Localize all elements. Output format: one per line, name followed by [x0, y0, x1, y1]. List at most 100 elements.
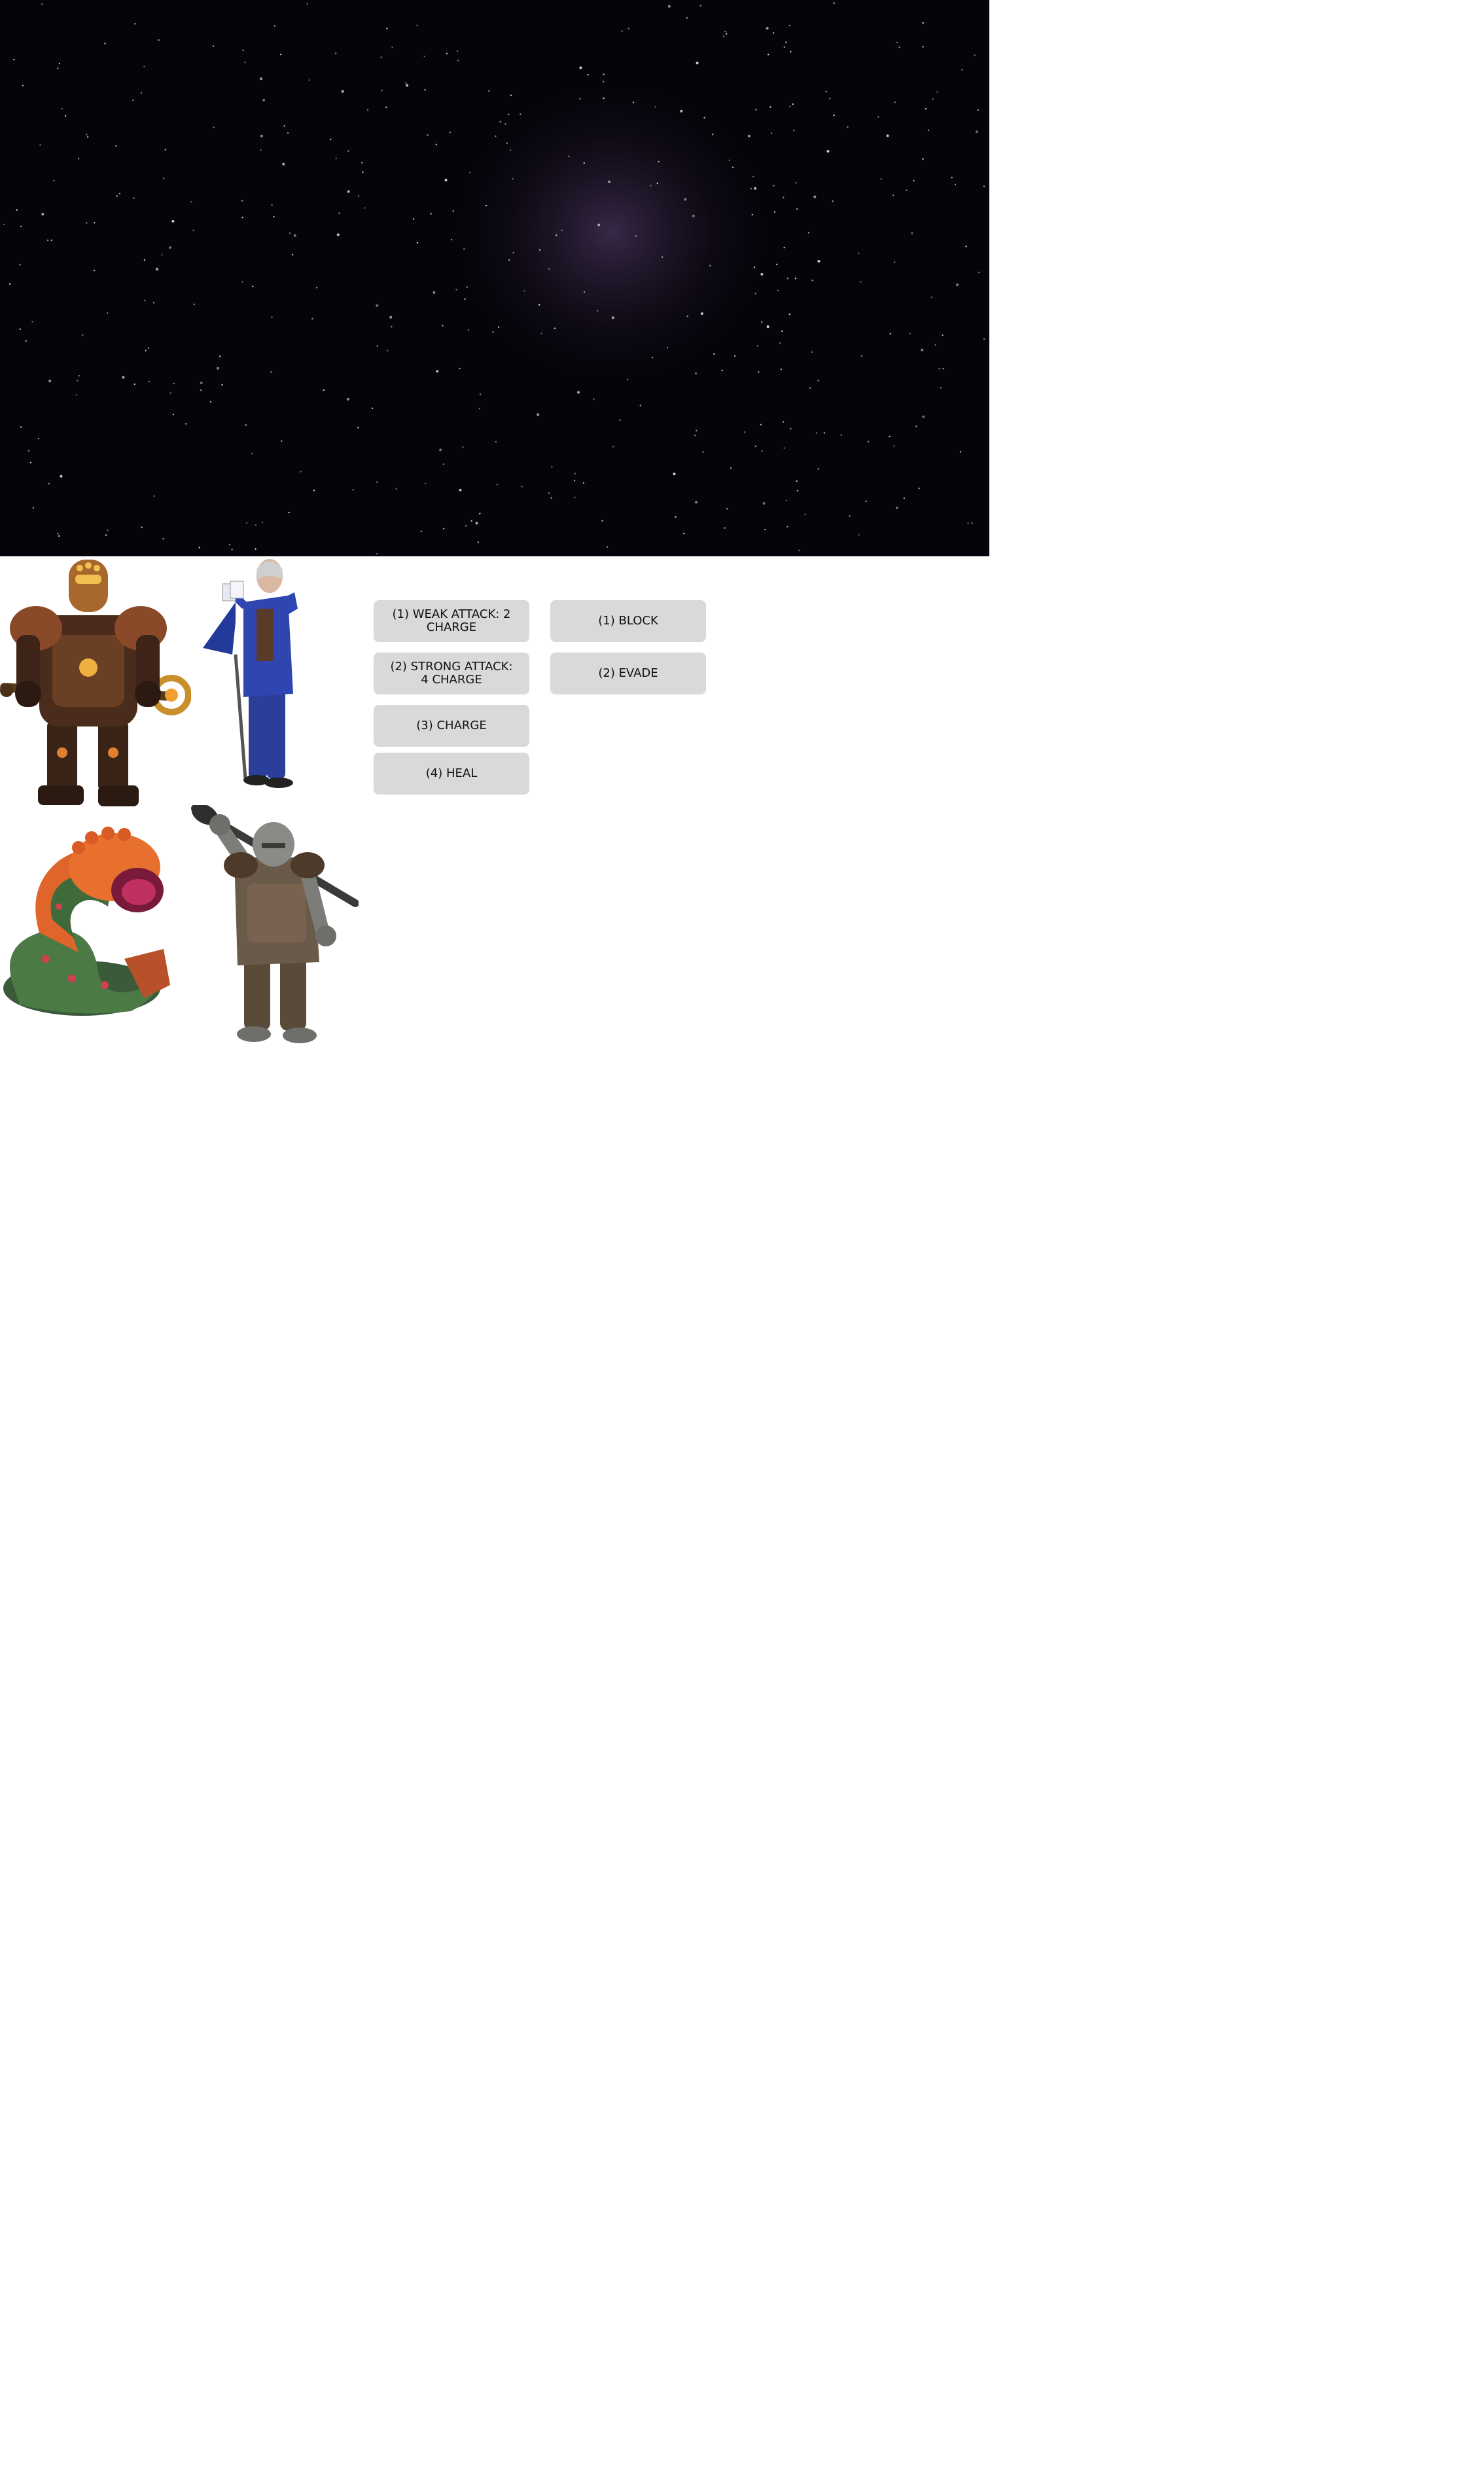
star [754, 445, 757, 447]
star [148, 380, 150, 383]
star [221, 384, 223, 386]
star [832, 200, 834, 202]
star [452, 210, 454, 212]
star [753, 266, 756, 268]
star [794, 278, 797, 279]
star [860, 281, 862, 283]
star [364, 207, 366, 209]
star [894, 261, 896, 263]
star [270, 371, 272, 373]
star [442, 528, 445, 529]
star [573, 480, 576, 482]
charge-button[interactable]: (3) CHARGE [374, 705, 529, 747]
star [442, 463, 445, 465]
star [768, 54, 769, 56]
star [9, 283, 11, 285]
star [386, 27, 388, 29]
star [896, 507, 898, 509]
star [449, 132, 451, 134]
star [260, 134, 263, 137]
star [446, 52, 448, 55]
star [909, 332, 911, 334]
block-button[interactable]: (1) BLOCK [550, 600, 706, 642]
star [733, 355, 736, 357]
star [380, 56, 382, 58]
evade-button[interactable]: (2) EVADE [550, 653, 706, 694]
star [361, 162, 363, 164]
star [792, 103, 794, 105]
wizard-icon [203, 559, 298, 788]
star [412, 218, 415, 220]
star [241, 200, 243, 202]
star [495, 440, 497, 443]
star [961, 69, 963, 71]
star [395, 488, 397, 490]
star [134, 23, 136, 25]
star [405, 82, 407, 84]
star [252, 285, 254, 287]
star [162, 538, 164, 540]
star [133, 383, 135, 385]
star [721, 369, 724, 372]
star [755, 109, 757, 111]
star [934, 344, 936, 346]
star [574, 473, 576, 475]
star [967, 522, 969, 524]
star [163, 177, 165, 179]
star [894, 101, 896, 103]
star [556, 234, 557, 236]
nebula-glow [442, 69, 782, 396]
star [783, 447, 785, 449]
star [840, 434, 842, 436]
strong-attack-button[interactable]: (2) STRONG ATTACK: 4 CHARGE [374, 653, 529, 694]
star [561, 229, 563, 232]
star [315, 287, 318, 289]
star [667, 5, 671, 8]
star [786, 526, 788, 528]
star [656, 182, 658, 185]
star [82, 334, 84, 336]
star [661, 256, 663, 258]
star [169, 246, 171, 249]
star [153, 495, 155, 497]
star [886, 134, 889, 137]
sandworm-sprite[interactable] [0, 821, 173, 1021]
star [608, 180, 610, 183]
star [798, 549, 800, 552]
star [58, 535, 60, 537]
star [510, 94, 512, 96]
star [336, 233, 340, 236]
star [255, 524, 256, 526]
star [925, 108, 927, 110]
star [213, 126, 215, 128]
star [892, 194, 894, 196]
star [619, 419, 621, 421]
wizard-sprite[interactable] [196, 556, 308, 792]
star [711, 134, 714, 135]
star [217, 367, 219, 370]
heal-button[interactable]: (4) HEAL [374, 753, 529, 795]
star [954, 183, 957, 186]
star [31, 321, 33, 323]
star [245, 424, 247, 426]
star [58, 62, 61, 65]
armored-golem-sprite[interactable] [0, 556, 191, 812]
star [847, 126, 849, 128]
star [143, 259, 146, 261]
star [172, 414, 175, 416]
star [143, 65, 145, 68]
star [77, 380, 79, 382]
star [467, 329, 470, 331]
star [3, 223, 5, 226]
stone-orc-sprite[interactable] [188, 805, 359, 1047]
weak-attack-button[interactable]: (1) WEAK ATTACK: 2 CHARGE [374, 600, 529, 642]
star [650, 185, 652, 187]
star [811, 351, 813, 353]
star [86, 222, 88, 224]
star [752, 175, 754, 177]
star [758, 371, 760, 373]
star [773, 185, 775, 187]
star [442, 325, 444, 327]
star [583, 291, 586, 293]
star [50, 239, 53, 242]
